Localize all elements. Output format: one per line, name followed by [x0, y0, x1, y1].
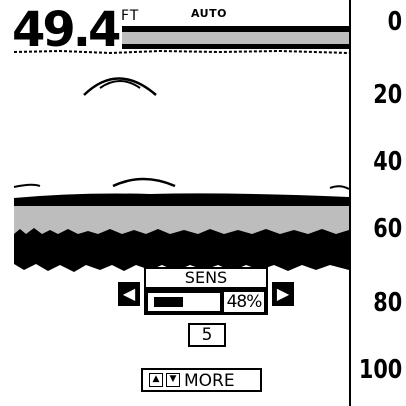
sonar-screen: 49.4 FT AUTO 0 20 40 60 80 100 ◀ SENS 48…	[0, 0, 406, 406]
down-arrow-icon: ▼	[166, 373, 180, 387]
surface-clutter-bottom	[122, 44, 350, 49]
right-arrow-icon[interactable]: ▶	[272, 282, 294, 306]
scale-divider	[349, 0, 351, 406]
depth-label-20: 20	[373, 80, 402, 110]
sensitivity-bar-track	[148, 293, 220, 311]
bottom-gray-band	[14, 206, 349, 234]
depth-label-0: 0	[387, 7, 402, 37]
sensitivity-slider[interactable]: 48%	[144, 289, 268, 315]
up-arrow-icon: ▲	[149, 373, 163, 387]
depth-label-100: 100	[358, 355, 402, 385]
sensitivity-bar-fill	[154, 297, 183, 307]
depth-label-60: 60	[373, 214, 402, 244]
bottom-dark-band	[14, 234, 349, 264]
sensitivity-percent: 48%	[224, 292, 264, 312]
left-arrow-icon[interactable]: ◀	[118, 282, 140, 306]
more-label: MORE	[184, 371, 235, 391]
depth-label-80: 80	[373, 288, 402, 318]
depth-label-40: 40	[373, 147, 402, 177]
surface-clutter-top	[122, 26, 350, 32]
surface-clutter-gray	[122, 32, 350, 44]
more-button[interactable]: ▲ ▼ MORE	[141, 368, 262, 392]
depth-unit: FT	[121, 8, 140, 24]
bottom-top-edge	[14, 193, 349, 206]
fish-arch-mid	[112, 177, 176, 188]
sensitivity-value: 5	[188, 323, 226, 347]
sensitivity-title: SENS	[144, 267, 268, 289]
fish-arch-small-right	[329, 185, 350, 190]
depth-readout: 49.4	[12, 2, 121, 58]
depth-scale: 0 20 40 60 80 100	[352, 0, 406, 406]
range-mode-label: AUTO	[191, 7, 227, 20]
fish-arch-small-left	[13, 183, 41, 188]
sensitivity-popup: ◀ SENS 48% ▶ 5	[118, 267, 298, 357]
